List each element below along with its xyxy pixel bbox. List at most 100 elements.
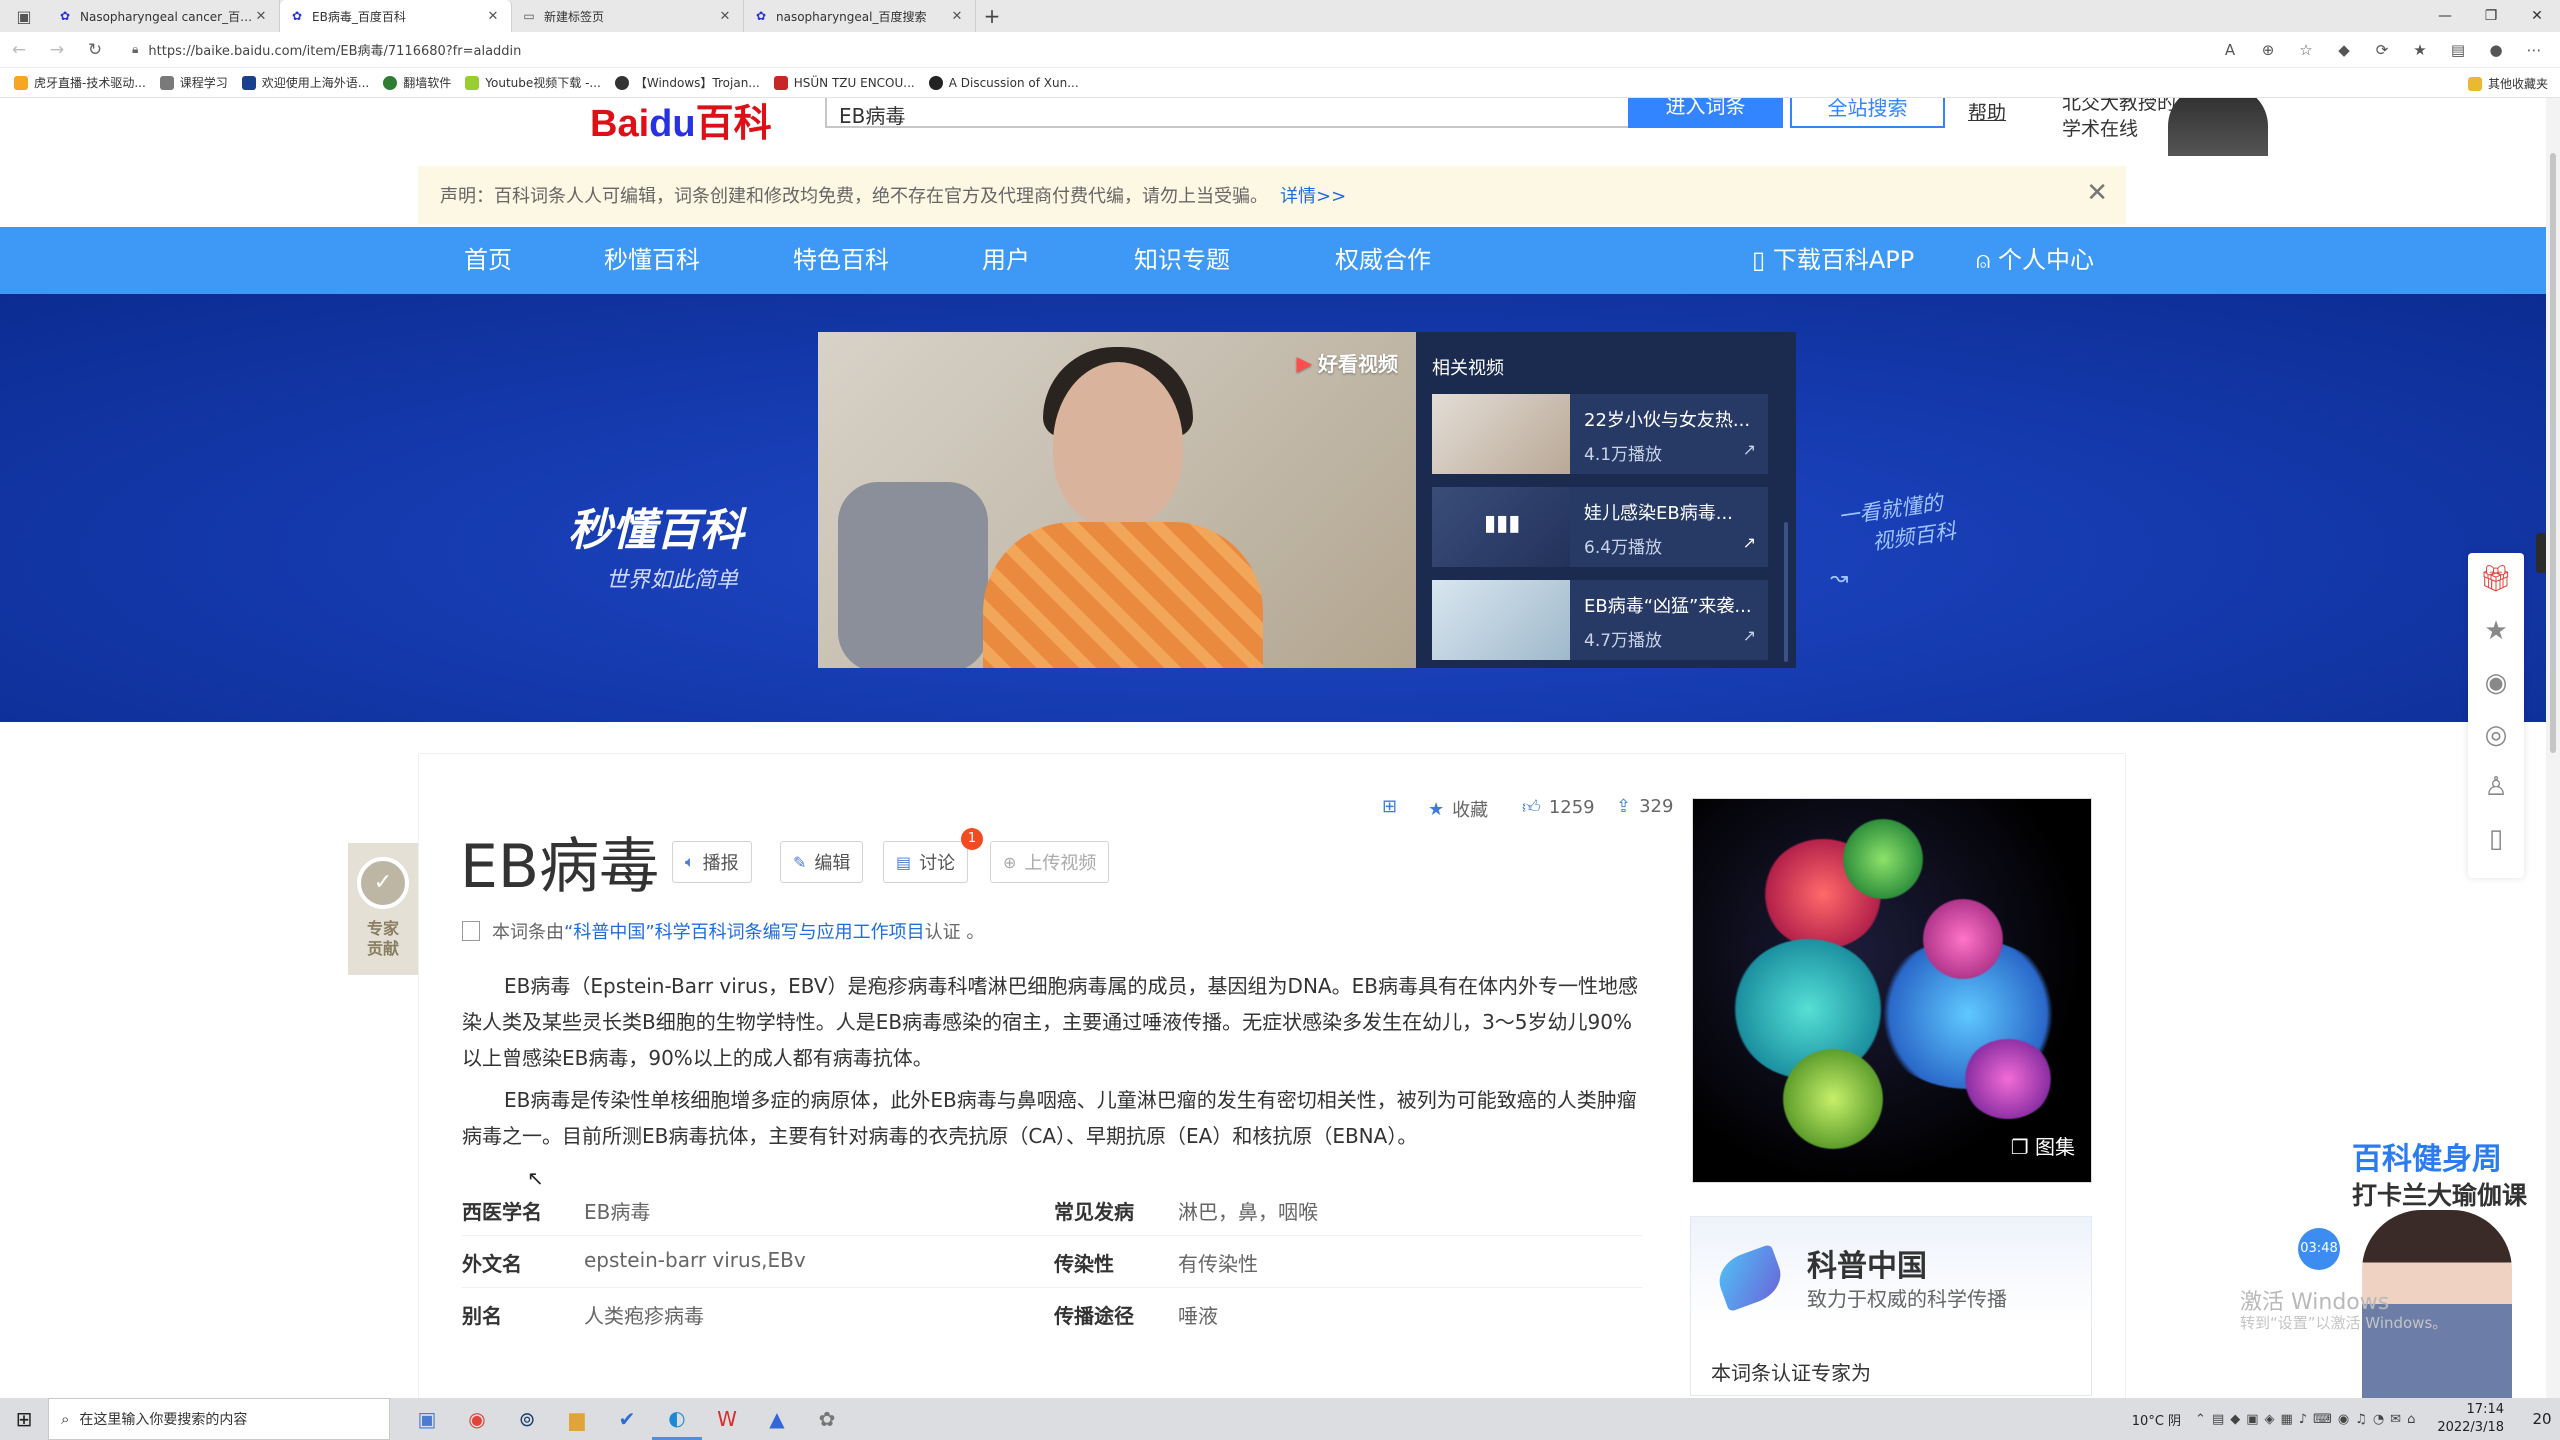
- nav-users[interactable]: 用户: [982, 227, 1030, 294]
- discuss-button[interactable]: ▤ 讨论: [883, 841, 969, 883]
- bookmark-item[interactable]: 课程学习: [159, 74, 228, 91]
- share-button[interactable]: ⇪ 329: [1616, 796, 1673, 817]
- bookmark-item[interactable]: 欢迎使用上海外语...: [241, 74, 369, 91]
- file-explorer-icon[interactable]: ▆: [552, 1398, 602, 1440]
- steam-icon[interactable]: ⊚: [502, 1398, 552, 1440]
- lemma-image[interactable]: ❐ 图集: [1692, 798, 2092, 1183]
- other-bookmarks[interactable]: 其他收藏夹: [2467, 75, 2548, 92]
- collections-icon[interactable]: ▤: [2446, 41, 2470, 59]
- help-link[interactable]: 帮助: [1968, 98, 2006, 125]
- bookmark-item[interactable]: 【Windows】Trojan...: [614, 74, 760, 91]
- app-icon[interactable]: ▲: [752, 1398, 802, 1440]
- collect-button[interactable]: ★ 收藏: [1428, 796, 1488, 822]
- weibo-icon[interactable]: ◉: [2468, 657, 2524, 709]
- add-icon[interactable]: ⊞: [1382, 796, 1405, 817]
- back-icon[interactable]: ←: [0, 40, 38, 60]
- expert-contribution-badge[interactable]: ✓ 专家贡献: [348, 843, 418, 975]
- notification-center[interactable]: 20: [2524, 1410, 2560, 1428]
- lock-icon[interactable]: 🔒︎: [132, 42, 138, 57]
- bookmark-item[interactable]: Youtube视频下载 -...: [465, 74, 601, 91]
- clock[interactable]: 17:14 2022/3/18: [2437, 1401, 2504, 1437]
- play-audio-button[interactable]: 🔈︎ 播报: [672, 841, 752, 883]
- wps-icon[interactable]: W: [702, 1398, 752, 1440]
- share-icon[interactable]: ↗: [1743, 626, 1756, 645]
- restore-icon[interactable]: ❐: [2468, 0, 2514, 32]
- close-tab-icon[interactable]: ✕: [253, 9, 269, 24]
- tab-nasopharyngeal-cancer[interactable]: ✿ Nasopharyngeal cancer_百度搜索 ✕: [48, 0, 280, 32]
- like-button[interactable]: 👍︎ 1259: [1522, 796, 1595, 819]
- forward-icon[interactable]: →: [38, 40, 76, 60]
- promo-text[interactable]: 北交大教授的 学术在线: [2062, 98, 2176, 142]
- promo-portrait[interactable]: [2168, 98, 2268, 156]
- nav-home[interactable]: 首页: [464, 227, 512, 294]
- add-favorite-icon[interactable]: ☆: [2294, 41, 2318, 59]
- workspaces-icon[interactable]: ▣: [0, 0, 48, 32]
- close-tab-icon[interactable]: ✕: [485, 9, 501, 24]
- notice-details-link[interactable]: 详情>>: [1280, 182, 1346, 208]
- app-icon[interactable]: ✔: [602, 1398, 652, 1440]
- nav-miaodong[interactable]: 秒懂百科: [604, 227, 700, 294]
- gift-icon[interactable]: 🎁︎: [2468, 553, 2524, 605]
- wechat-icon[interactable]: ◎: [2468, 709, 2524, 761]
- zoom-icon[interactable]: ⊕: [2256, 41, 2280, 59]
- related-video-item[interactable]: 22岁小伙与女友热... 4.1万播放 ↗: [1432, 394, 1768, 474]
- windows-start-icon[interactable]: ⊞: [0, 1407, 48, 1431]
- related-video-item[interactable]: EB病毒“凶猛”来袭... 4.7万播放 ↗: [1432, 580, 1768, 660]
- personal-center-link[interactable]: ⍝ 个人中心: [1976, 227, 2094, 294]
- qq-icon[interactable]: ♙: [2468, 761, 2524, 813]
- share-icon[interactable]: ↗: [1743, 440, 1756, 459]
- bookmark-item[interactable]: 翻墙软件: [383, 74, 451, 91]
- close-tab-icon[interactable]: ✕: [949, 9, 965, 24]
- tray-icons[interactable]: ⌃▤◆▣◈▦♪⌨◉♫◔✉⌂: [2195, 1412, 2421, 1427]
- upload-video-button[interactable]: ⊕ 上传视频: [990, 841, 1110, 883]
- close-icon[interactable]: ✕: [2086, 178, 2108, 208]
- tab-nasopharyngeal[interactable]: ✿ nasopharyngeal_百度搜索 ✕: [744, 0, 976, 32]
- page-scrollbar[interactable]: [2546, 98, 2560, 1398]
- weather-widget[interactable]: 10°C 阴: [2132, 1410, 2181, 1429]
- more-icon[interactable]: ⋯: [2522, 41, 2546, 59]
- video-player[interactable]: ▶ 好看视频: [818, 332, 1416, 668]
- taskbar-search-input[interactable]: ⌕ 在这里输入你要搜索的内容: [48, 1398, 390, 1440]
- close-window-icon[interactable]: ✕: [2514, 0, 2560, 32]
- site-search-button[interactable]: 全站搜索: [1790, 98, 1945, 128]
- bookmark-item[interactable]: HSÜN TZU ENCOU...: [773, 75, 915, 90]
- scrollbar-thumb[interactable]: [2550, 153, 2556, 753]
- download-app-link[interactable]: ▯ 下载百科APP: [1752, 227, 1914, 294]
- close-tab-icon[interactable]: ✕: [717, 9, 733, 24]
- url-field[interactable]: https://baike.baidu.com/item/EB病毒/711668…: [148, 40, 2218, 59]
- nav-featured[interactable]: 特色百科: [793, 227, 889, 294]
- bookmark-item[interactable]: A Discussion of Xun...: [928, 75, 1079, 90]
- related-video-item[interactable]: ▮▮▮ 娃儿感染EB病毒... 6.4万播放 ↗: [1432, 487, 1768, 567]
- ad-subtitle[interactable]: 打卡兰大瑜伽课: [2352, 1176, 2527, 1212]
- profile-icon[interactable]: ●: [2484, 41, 2508, 59]
- sync-icon[interactable]: ⟳: [2370, 41, 2394, 59]
- star-icon[interactable]: ★: [2468, 605, 2524, 657]
- task-view-icon[interactable]: ▣: [402, 1398, 452, 1440]
- tab-new-tab[interactable]: ▭ 新建标签页 ✕: [512, 0, 744, 32]
- miaodong-baike-logo[interactable]: 秒懂百科: [568, 494, 744, 558]
- kepu-china-card[interactable]: 科普中国 致力于权威的科学传播 本词条认证专家为: [1690, 1216, 2092, 1396]
- gallery-link[interactable]: ❐ 图集: [2011, 1131, 2075, 1160]
- edit-button[interactable]: ✎ 编辑: [780, 841, 864, 883]
- share-icon[interactable]: ↗: [1743, 533, 1756, 552]
- app-icon[interactable]: ✿: [802, 1398, 852, 1440]
- edge-icon[interactable]: ◐: [652, 1398, 702, 1440]
- baidu-baike-logo[interactable]: Baidu百科: [590, 98, 772, 147]
- read-aloud-icon[interactable]: A: [2218, 41, 2242, 59]
- nav-authority[interactable]: 权威合作: [1335, 227, 1431, 294]
- enter-entry-button[interactable]: 进入词条: [1628, 98, 1783, 128]
- related-videos-scrollbar[interactable]: [1784, 522, 1788, 662]
- minimize-icon[interactable]: —: [2422, 0, 2468, 32]
- chrome-icon[interactable]: ◉: [452, 1398, 502, 1440]
- bookmark-item[interactable]: 虎牙直播-技术驱动...: [14, 74, 146, 91]
- ad-title[interactable]: 百科健身周: [2352, 1134, 2502, 1178]
- favorites-icon[interactable]: ★: [2408, 41, 2432, 59]
- tab-eb-virus[interactable]: ✿ EB病毒_百度百科 ✕: [280, 0, 512, 32]
- new-tab-button[interactable]: +: [976, 4, 1008, 28]
- certification-link[interactable]: “科普中国”科学百科词条编写与应用工作项目: [564, 918, 925, 944]
- refresh-icon[interactable]: ↻: [76, 40, 114, 60]
- extension-icon[interactable]: ◆: [2332, 41, 2356, 59]
- search-input[interactable]: EB病毒: [825, 98, 1630, 128]
- mobile-icon[interactable]: ▯: [2468, 813, 2524, 865]
- nav-topics[interactable]: 知识专题: [1134, 227, 1230, 294]
